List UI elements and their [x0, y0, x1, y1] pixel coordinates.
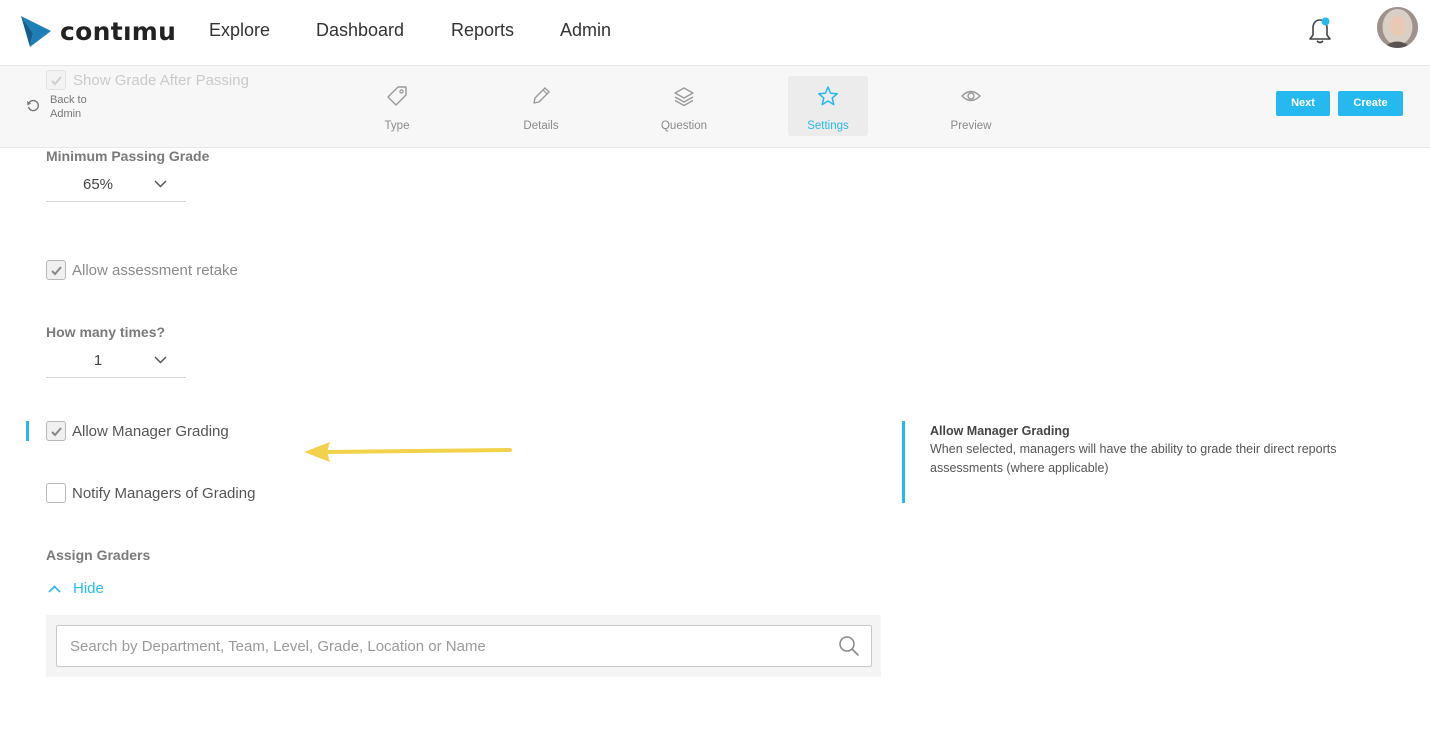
top-navigation: contımu Explore Dashboard Reports Admin [0, 0, 1430, 66]
allow-manager-grading-option[interactable]: Allow Manager Grading [46, 421, 229, 441]
pencil-icon [533, 87, 550, 104]
nav-dashboard[interactable]: Dashboard [316, 20, 404, 41]
step-type-label: Type [384, 120, 410, 132]
back-to-admin-label: Back to Admin [50, 94, 87, 120]
annotation-arrow [304, 442, 512, 462]
show-grade-checkbox [46, 70, 66, 90]
step-preview[interactable]: Preview [931, 76, 1011, 136]
nav-explore[interactable]: Explore [209, 20, 270, 41]
hide-label: Hide [73, 580, 104, 597]
help-panel: Allow Manager Grading When selected, man… [902, 421, 1372, 503]
step-settings-label: Settings [807, 120, 849, 132]
brand-name: contımu [60, 16, 177, 46]
allow-retake-option[interactable]: Allow assessment retake [46, 260, 238, 280]
step-preview-label: Preview [950, 120, 992, 132]
step-question[interactable]: Question [644, 76, 724, 136]
help-title: Allow Manager Grading [930, 424, 1070, 438]
create-button[interactable]: Create [1338, 91, 1403, 116]
user-avatar[interactable] [1377, 7, 1418, 48]
grader-search-panel [46, 615, 881, 677]
checkmark-icon [51, 427, 62, 437]
notification-bell-icon[interactable] [1306, 16, 1334, 46]
minimum-passing-grade-select[interactable]: 65% [46, 172, 186, 202]
notify-managers-label: Notify Managers of Grading [72, 484, 256, 502]
notify-managers-checkbox[interactable] [46, 483, 66, 503]
step-settings[interactable]: Settings [788, 76, 868, 136]
allow-manager-grading-label: Allow Manager Grading [72, 422, 229, 440]
brand-logo[interactable]: contımu [20, 16, 176, 48]
layers-icon [674, 87, 694, 107]
undo-icon [27, 99, 39, 112]
how-many-times-label: How many times? [46, 324, 166, 340]
minimum-passing-grade-value: 65% [82, 176, 114, 193]
grader-search-input[interactable] [56, 625, 872, 667]
checkmark-icon [51, 266, 62, 276]
nav-reports[interactable]: Reports [451, 20, 514, 41]
allow-retake-label: Allow assessment retake [72, 261, 238, 279]
hide-graders-toggle[interactable]: Hide [48, 580, 104, 597]
allow-retake-checkbox[interactable] [46, 260, 66, 280]
chevron-down-icon [154, 356, 167, 364]
chevron-down-icon [154, 180, 167, 188]
nav-admin[interactable]: Admin [560, 20, 611, 41]
back-to-admin-button[interactable]: Back to Admin [26, 93, 110, 121]
chevron-up-icon [48, 584, 61, 593]
search-icon[interactable] [838, 635, 860, 657]
help-description: When selected, managers will have the ab… [930, 442, 1337, 475]
logo-arrow-icon [21, 16, 51, 47]
minimum-passing-grade-label: Minimum Passing Grade [46, 148, 210, 164]
notify-managers-option[interactable]: Notify Managers of Grading [46, 483, 255, 503]
next-button[interactable]: Next [1276, 91, 1330, 116]
step-details[interactable]: Details [501, 76, 581, 136]
focus-indicator [26, 421, 29, 441]
eye-icon [961, 90, 981, 102]
show-grade-after-passing-option: Show Grade After Passing [46, 70, 249, 90]
assign-graders-label: Assign Graders [46, 547, 151, 563]
wizard-bar: Show Grade After Passing Back to Admin T… [0, 66, 1430, 148]
show-grade-label: Show Grade After Passing [73, 71, 249, 89]
allow-manager-grading-checkbox[interactable] [46, 421, 66, 441]
how-many-times-value: 1 [93, 352, 103, 369]
step-details-label: Details [523, 120, 559, 132]
star-icon [817, 86, 839, 106]
tag-icon [387, 86, 407, 106]
step-type[interactable]: Type [357, 76, 437, 136]
step-question-label: Question [660, 120, 708, 132]
how-many-times-select[interactable]: 1 [46, 348, 186, 378]
